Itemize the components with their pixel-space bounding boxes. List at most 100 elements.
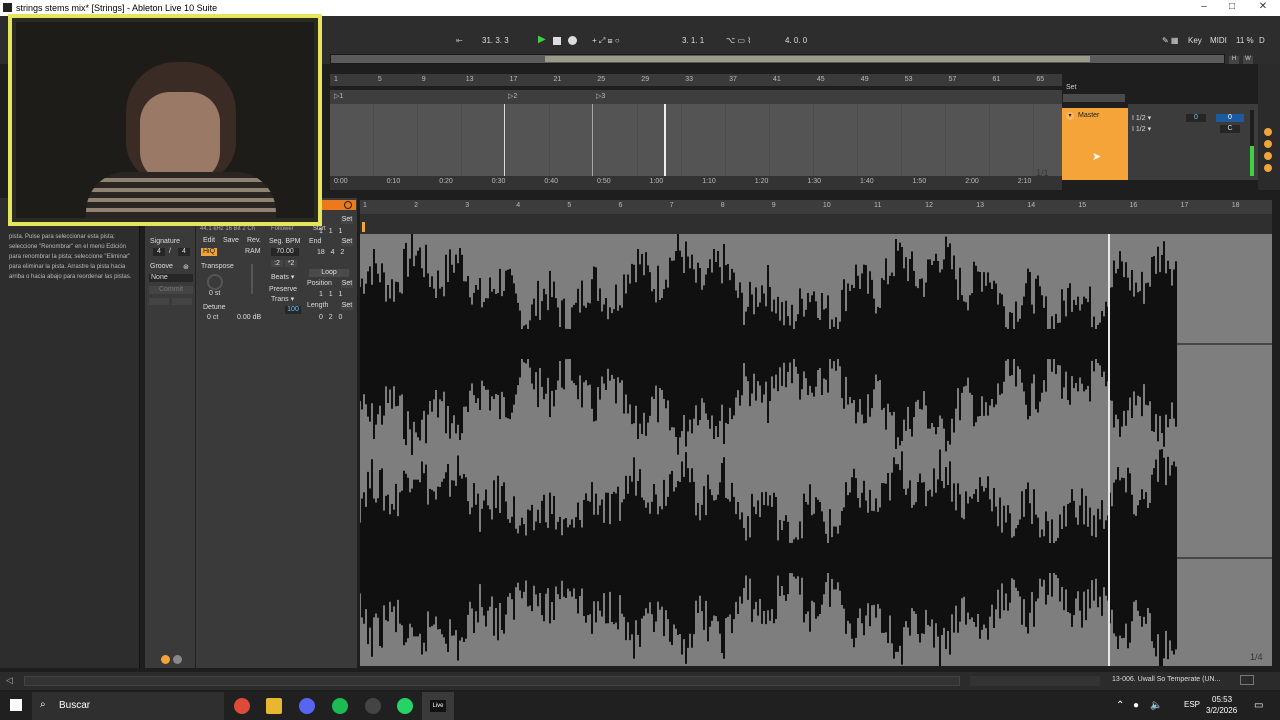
loop-button[interactable]: Loop bbox=[309, 269, 349, 277]
position-value[interactable]: 1 1 1 bbox=[319, 291, 342, 298]
arrangement-track-lane[interactable]: 1/1 bbox=[330, 104, 1062, 178]
gain-slider[interactable] bbox=[251, 264, 253, 294]
overdub-icon[interactable]: + ⤢ ⊞ ○ bbox=[592, 36, 620, 46]
record-button[interactable] bbox=[568, 36, 577, 45]
signature-numerator[interactable]: 4 bbox=[153, 248, 165, 256]
start-marker[interactable] bbox=[362, 222, 365, 232]
send-value[interactable]: 0 bbox=[1186, 114, 1206, 122]
discord-icon[interactable] bbox=[299, 698, 315, 714]
notifications-icon[interactable]: ▭ bbox=[1254, 700, 1263, 711]
mixer-toggle-icon[interactable] bbox=[1264, 164, 1272, 172]
locator-marker[interactable]: ▷3 bbox=[596, 92, 605, 100]
start-value[interactable]: 1 1 1 bbox=[319, 228, 342, 235]
close-button[interactable]: ✕ bbox=[1248, 1, 1278, 15]
microphone-icon[interactable]: ● bbox=[1133, 700, 1139, 711]
end-label: End bbox=[309, 238, 322, 245]
double-tempo-button[interactable]: *2 bbox=[285, 260, 297, 267]
locator-lane[interactable]: ▷1 ▷2 ▷3 bbox=[330, 90, 1062, 104]
master-track-header[interactable]: ▾ Master ➤ bbox=[1062, 108, 1128, 180]
spotify-icon[interactable] bbox=[332, 698, 348, 714]
sample-beat-ruler[interactable]: 1 2 3 4 5 6 7 8 9 10 11 12 13 14 15 16 17 18 bbox=[360, 200, 1272, 214]
clip-name-bar[interactable] bbox=[322, 200, 356, 210]
loop-start[interactable]: 3. 1. 1 bbox=[682, 36, 704, 45]
hiq-button[interactable]: HiQ bbox=[201, 248, 217, 256]
stop-button[interactable] bbox=[553, 37, 561, 45]
tray-arrow-icon[interactable]: ⌃ bbox=[1116, 700, 1124, 711]
maximize-button[interactable]: □ bbox=[1217, 1, 1247, 15]
clock-time[interactable]: 05:53 bbox=[1212, 695, 1232, 704]
volume-icon[interactable]: 🔈 bbox=[1150, 700, 1162, 711]
clock-date[interactable]: 3/2/2026 bbox=[1206, 706, 1237, 715]
io-toggle-icon[interactable] bbox=[1264, 128, 1272, 136]
ableton-live-taskbar-button[interactable]: Live bbox=[422, 692, 454, 720]
detune-value[interactable]: 0 ct bbox=[207, 314, 218, 321]
midi-map-button[interactable]: MIDI bbox=[1210, 36, 1227, 45]
gain-value[interactable]: 0.00 dB bbox=[237, 314, 261, 321]
reverse-button[interactable]: Rev. bbox=[247, 237, 261, 244]
preserve-select[interactable]: Trans ▾ bbox=[271, 295, 294, 303]
pan-value[interactable]: C bbox=[1220, 125, 1240, 133]
taskbar-search[interactable]: ⌕ Buscar bbox=[32, 692, 224, 720]
transpose-knob[interactable] bbox=[207, 274, 223, 290]
arrangement-overview[interactable] bbox=[330, 54, 1225, 64]
ruler-tick-label: 41 bbox=[773, 76, 781, 83]
chrome-icon[interactable] bbox=[234, 698, 250, 714]
mixer-view-icon[interactable] bbox=[1240, 675, 1254, 685]
file-explorer-icon[interactable] bbox=[266, 698, 282, 714]
time-ruler[interactable]: 0:00 0:10 0:20 0:30 0:40 0:50 1:00 1:10 1:20 1:30… bbox=[330, 176, 1062, 190]
seg-bpm-value[interactable]: 70.00 bbox=[271, 248, 299, 256]
sends-toggle-icon[interactable] bbox=[1264, 140, 1272, 148]
volume-value[interactable]: 0 bbox=[1216, 114, 1244, 122]
commit-button[interactable]: Commit bbox=[149, 286, 193, 294]
transpose-value[interactable]: 0 st bbox=[209, 290, 220, 297]
draw-mode-icon[interactable]: ✎ ▦ bbox=[1162, 36, 1178, 45]
whatsapp-icon[interactable] bbox=[397, 698, 413, 714]
time-tick-label: 0:50 bbox=[597, 178, 611, 185]
w-toggle-button[interactable]: W bbox=[1243, 56, 1253, 64]
clip-panel-toggle-icon[interactable] bbox=[161, 655, 170, 664]
envelope-panel-toggle-icon[interactable] bbox=[173, 655, 182, 664]
save-button[interactable]: Save bbox=[223, 237, 239, 244]
audio-from-routing[interactable]: I 1/2 ▾ bbox=[1132, 125, 1151, 133]
groove-hot-swap-icon[interactable]: ⊛ bbox=[183, 263, 189, 271]
nudge-right-button[interactable] bbox=[172, 298, 192, 305]
key-map-button[interactable]: Key bbox=[1188, 36, 1202, 45]
loop-switch-icon[interactable]: ⌥ ▭ ⌇ bbox=[726, 36, 751, 45]
ram-button[interactable]: RAM bbox=[245, 248, 261, 255]
fold-icon[interactable]: ▾ bbox=[1066, 112, 1074, 120]
end-value[interactable]: 18 4 2 bbox=[317, 249, 344, 256]
length-set-button[interactable]: Set bbox=[341, 302, 353, 310]
locator-marker[interactable]: ▷2 bbox=[508, 92, 517, 100]
beat-time-ruler[interactable]: 1 5 9 13 17 21 25 29 33 37 41 45 49 53 57 61 65 bbox=[330, 74, 1062, 86]
loop-length[interactable]: 4. 0. 0 bbox=[785, 36, 807, 45]
minimize-button[interactable]: – bbox=[1189, 1, 1219, 15]
level-meter bbox=[1250, 110, 1254, 176]
preserve-amount[interactable]: 100 bbox=[285, 306, 301, 314]
h-toggle-button[interactable]: H bbox=[1229, 56, 1239, 64]
length-value[interactable]: 0 2 0 bbox=[319, 314, 342, 321]
scene-controls[interactable] bbox=[1063, 94, 1125, 102]
language-indicator[interactable]: ESP bbox=[1184, 700, 1200, 709]
returns-toggle-icon[interactable] bbox=[1264, 152, 1272, 160]
position-set-button[interactable]: Set bbox=[341, 280, 353, 288]
edit-button[interactable]: Edit bbox=[203, 237, 215, 244]
warp-mode-select[interactable]: Beats ▾ bbox=[271, 273, 294, 281]
overview-visible-range[interactable] bbox=[545, 56, 1090, 62]
obs-icon[interactable] bbox=[365, 698, 381, 714]
status-toggle-icon[interactable]: ◁ bbox=[6, 675, 13, 686]
signature-denominator[interactable]: 4 bbox=[178, 248, 190, 256]
locator-marker[interactable]: ▷1 bbox=[334, 92, 343, 100]
ruler-tick-label: 1 bbox=[334, 76, 338, 83]
start-set-button[interactable]: Set bbox=[341, 216, 353, 224]
half-tempo-button[interactable]: :2 bbox=[271, 260, 283, 267]
end-set-button[interactable]: Set bbox=[341, 238, 353, 246]
song-position[interactable]: 31. 3. 3 bbox=[482, 36, 509, 45]
audio-to-routing[interactable]: I 1/2 ▾ bbox=[1132, 114, 1151, 122]
nudge-left-button[interactable] bbox=[149, 298, 169, 305]
play-button[interactable]: ▶ bbox=[538, 34, 546, 45]
sample-waveform-view[interactable]: 1/4 bbox=[359, 233, 1272, 667]
groove-select[interactable]: None bbox=[149, 274, 193, 282]
clip-activator-icon[interactable] bbox=[344, 201, 352, 209]
windows-start-icon[interactable] bbox=[10, 699, 22, 711]
sample-marker-lane[interactable] bbox=[360, 214, 1272, 234]
